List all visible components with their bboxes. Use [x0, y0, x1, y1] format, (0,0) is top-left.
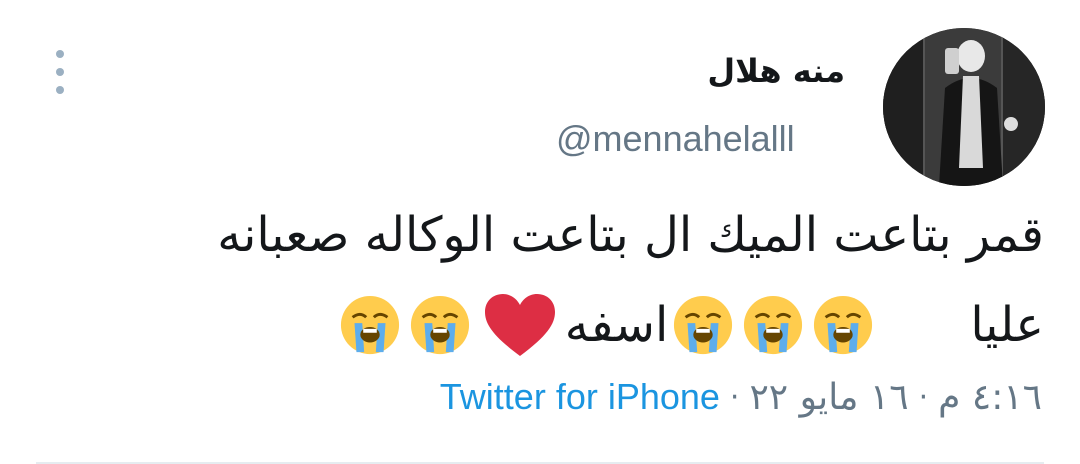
- tweet-meta: ٤:١٦ م · ١٦ مايو ٢٢ · Twitter for iPhone: [440, 376, 1042, 418]
- loudly-crying-face-icon: [409, 294, 471, 356]
- menu-dot: [56, 86, 64, 94]
- loudly-crying-face-icon: [339, 294, 401, 356]
- loudly-crying-face-icon: [742, 294, 804, 356]
- loudly-crying-face-icon: [812, 294, 874, 356]
- red-heart-icon: [483, 292, 557, 358]
- loudly-crying-face-icon: [672, 294, 734, 356]
- tweet-text-line-1: قمر بتاعت الميك ال بتاعت الوكاله صعبانه: [217, 207, 1044, 263]
- meta-separator: ·: [918, 379, 929, 415]
- menu-dot: [56, 50, 64, 58]
- tweet-text-line-2: عليا اسفه: [44, 280, 1044, 370]
- tweet-card: منه هلال @mennahelalll قمر بتاعت الميك ا…: [0, 0, 1080, 464]
- tweet-text: قمر بتاعت الميك ال بتاعت الوكاله صعبانه …: [44, 190, 1044, 370]
- avatar[interactable]: [883, 28, 1045, 186]
- user-handle[interactable]: @mennahelalll: [556, 118, 795, 160]
- tweet-source-link[interactable]: Twitter for iPhone: [440, 376, 720, 418]
- tweet-word: اسفه: [564, 297, 669, 353]
- more-options-icon[interactable]: [48, 50, 72, 94]
- display-name[interactable]: منه هلال: [707, 52, 845, 90]
- menu-dot: [56, 68, 64, 76]
- meta-separator: ·: [729, 379, 740, 415]
- tweet-date[interactable]: ١٦ مايو ٢٢: [749, 377, 908, 418]
- profile-photo-icon: [883, 28, 1045, 186]
- tweet-word: عليا: [970, 297, 1044, 353]
- tweet-time[interactable]: ٤:١٦ م: [938, 377, 1042, 418]
